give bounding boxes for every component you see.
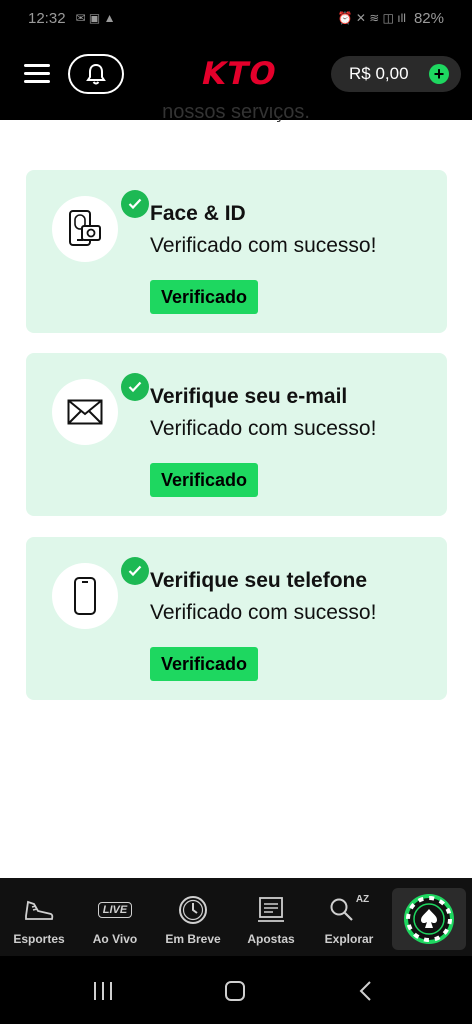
- recent-apps-icon[interactable]: [92, 980, 114, 1007]
- card-status: Verificado com sucesso!: [150, 601, 377, 624]
- betslip-icon: [234, 894, 308, 926]
- nav-label: Em Breve: [165, 932, 221, 946]
- card-title: Verifique seu e-mail: [150, 385, 348, 408]
- face-id-phone-icon: [52, 196, 118, 262]
- notification-icons: ✉ ▣ ▲: [75, 11, 116, 25]
- verification-card-phone: Verifique seu telefone Verificado com su…: [26, 537, 447, 700]
- search-az-icon: AZ: [312, 894, 386, 926]
- verified-badge[interactable]: Verificado: [150, 647, 259, 681]
- verification-card-face-id: Face & ID Verificado com sucesso! Verifi…: [26, 170, 447, 333]
- system-navigation-bar: [0, 956, 472, 1024]
- bell-icon: [86, 63, 106, 85]
- card-title: Face & ID: [150, 202, 246, 225]
- nav-label: Apostas: [247, 932, 295, 946]
- live-icon: LIVE: [78, 894, 152, 926]
- nav-label: Esportes: [13, 932, 65, 946]
- verified-check-icon: [121, 190, 149, 218]
- nav-esportes[interactable]: Esportes: [2, 894, 76, 946]
- status-time: 12:32: [28, 9, 66, 27]
- nav-label: Explorar: [324, 932, 374, 946]
- envelope-icon: [52, 379, 118, 445]
- card-title: Verifique seu telefone: [150, 569, 368, 592]
- verified-badge[interactable]: Verificado: [150, 280, 259, 314]
- balance-amount: R$ 0,00: [349, 64, 409, 83]
- signal-icons: ⏰ ✕ ≋ ◫ ıll: [337, 11, 406, 25]
- back-icon[interactable]: [358, 980, 372, 1007]
- verified-badge[interactable]: Verificado: [150, 463, 259, 497]
- home-icon[interactable]: [224, 980, 246, 1007]
- card-status: Verificado com sucesso!: [150, 417, 377, 440]
- add-funds-icon[interactable]: +: [429, 64, 449, 84]
- verification-card-email: Verifique seu e-mail Verificado com suce…: [26, 353, 447, 516]
- nav-ao-vivo[interactable]: LIVE Ao Vivo: [78, 894, 152, 946]
- status-right: ⏰ ✕ ≋ ◫ ıll 82%: [338, 10, 444, 27]
- balance-button[interactable]: R$ 0,00 +: [331, 56, 461, 92]
- az-icon-text: AZ: [355, 894, 370, 905]
- phone-icon: [52, 563, 118, 629]
- nav-label: Ao Vivo: [92, 932, 138, 946]
- verified-check-icon: [121, 373, 149, 401]
- hamburger-menu-icon[interactable]: [24, 64, 50, 86]
- nav-apostas[interactable]: Apostas: [234, 894, 308, 946]
- sneaker-icon: [2, 894, 76, 926]
- bottom-navigation: Esportes LIVE Ao Vivo Em Breve Apostas A…: [0, 878, 472, 956]
- casino-chip-button[interactable]: [392, 888, 466, 950]
- live-icon-text: LIVE: [97, 902, 133, 918]
- battery-level: 82%: [413, 9, 444, 27]
- notifications-button[interactable]: [68, 54, 124, 94]
- section-heading: nossos serviços.: [162, 105, 310, 123]
- status-bar: 12:32 ✉ ▣ ▲ ⏰ ✕ ≋ ◫ ıll 82%: [0, 0, 472, 36]
- nav-em-breve[interactable]: Em Breve: [156, 894, 230, 946]
- kto-logo[interactable]: KTO: [198, 56, 280, 92]
- verified-check-icon: [121, 557, 149, 585]
- poker-chip-icon: [404, 894, 454, 944]
- clock-icon: [156, 894, 230, 926]
- nav-explorar[interactable]: AZ Explorar: [312, 894, 386, 946]
- card-status: Verificado com sucesso!: [150, 234, 377, 257]
